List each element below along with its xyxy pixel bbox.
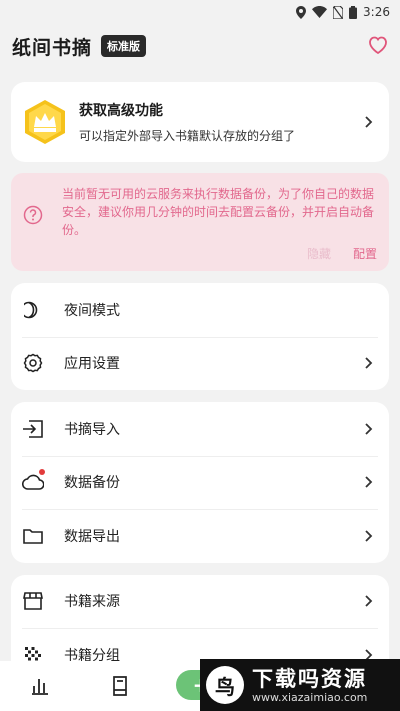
app-title: 纸间书摘 (12, 36, 93, 59)
store-icon (22, 590, 44, 612)
menu-item-import[interactable]: 书摘导入 (11, 402, 389, 456)
menu-item-label: 数据导出 (64, 528, 120, 545)
battery-icon (349, 5, 358, 19)
watermark: 鸟 下载吗资源 www.xiazaimiao.com (200, 659, 400, 711)
alert-message: 当前暂无可用的云服务来执行数据备份，为了你自己的数据安全，建议你用几分钟的时间去… (62, 187, 375, 237)
premium-subtitle: 可以指定外部导入书籍默认存放的分组了 (79, 129, 296, 143)
watermark-title: 下载吗资源 (252, 666, 367, 691)
premium-card[interactable]: 获取高级功能 可以指定外部导入书籍默认存放的分组了 (11, 82, 389, 162)
menu-group-data: 书摘导入 数据备份 数据导出 (11, 402, 389, 563)
menu-item-label: 数据备份 (64, 475, 120, 492)
menu-group-display: 夜间模式 应用设置 (11, 283, 389, 390)
menu-item-label: 书籍来源 (64, 594, 120, 611)
chevron-right-icon (365, 357, 373, 369)
no-sim-icon (333, 5, 344, 19)
import-icon (22, 418, 44, 440)
alert-hide-button[interactable]: 隐藏 (307, 245, 331, 262)
chevron-right-icon (365, 423, 373, 435)
premium-title: 获取高级功能 (79, 103, 163, 119)
nav-books[interactable] (80, 661, 160, 711)
status-time: 3:26 (363, 5, 390, 19)
chevron-right-icon (365, 530, 373, 542)
status-bar: 3:26 (0, 0, 400, 24)
menu-item-night-mode[interactable]: 夜间模式 (11, 283, 389, 337)
chevron-right-icon (365, 476, 373, 488)
alert-config-button[interactable]: 配置 (353, 245, 377, 262)
notification-dot (39, 469, 45, 476)
nav-stats[interactable] (0, 661, 80, 711)
app-header: 纸间书摘 标准版 (0, 24, 400, 68)
watermark-logo-icon: 鸟 (206, 666, 244, 704)
folder-icon (22, 525, 44, 547)
book-icon (113, 676, 127, 696)
menu-item-label: 应用设置 (64, 356, 120, 373)
edition-badge[interactable]: 标准版 (101, 35, 147, 57)
wifi-icon (312, 6, 328, 18)
bar-chart-icon (32, 679, 48, 695)
chevron-right-icon (365, 116, 373, 128)
menu-item-backup[interactable]: 数据备份 (11, 455, 389, 510)
menu-item-export[interactable]: 数据导出 (11, 509, 389, 563)
menu-item-label: 书摘导入 (64, 421, 120, 438)
gear-icon (22, 352, 44, 374)
backup-alert: 当前暂无可用的云服务来执行数据备份，为了你自己的数据安全，建议你用几分钟的时间去… (11, 173, 389, 271)
menu-item-label: 夜间模式 (64, 302, 120, 319)
watermark-url: www.xiazaimiao.com (252, 690, 368, 704)
chevron-right-icon (365, 595, 373, 607)
menu-item-app-settings[interactable]: 应用设置 (11, 336, 389, 391)
location-icon (296, 5, 307, 19)
crown-badge-icon (25, 100, 65, 144)
cloud-icon (22, 469, 45, 493)
help-circle-icon (23, 205, 43, 225)
heart-icon[interactable] (368, 36, 388, 54)
menu-item-book-sources[interactable]: 书籍来源 (11, 575, 389, 629)
moon-icon (22, 299, 44, 321)
